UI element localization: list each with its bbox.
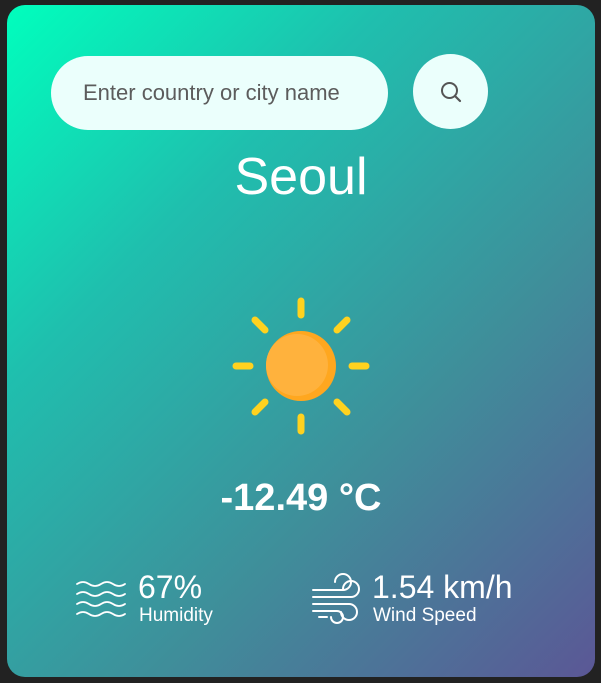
- temperature: -12.49 °C: [220, 477, 382, 519]
- wind-speed-value: 1.54 km/h: [372, 569, 513, 605]
- humidity-stat: 67% Humidity: [75, 567, 275, 637]
- wind-speed-label: Wind Speed: [373, 605, 477, 626]
- search-input[interactable]: [51, 56, 388, 130]
- search-button[interactable]: [413, 54, 488, 129]
- wind-icon: [312, 573, 360, 624]
- humidity-label: Humidity: [139, 605, 213, 626]
- weather-card: Seoul -12.49 °C 67% Humidity: [7, 5, 595, 677]
- humidity-waves-icon: [76, 581, 126, 617]
- search-icon: [440, 81, 461, 102]
- sun-icon: [232, 297, 370, 435]
- city-name: Seoul: [234, 148, 368, 206]
- wind-stat: 1.54 km/h Wind Speed: [309, 567, 589, 637]
- humidity-value: 67%: [138, 569, 203, 605]
